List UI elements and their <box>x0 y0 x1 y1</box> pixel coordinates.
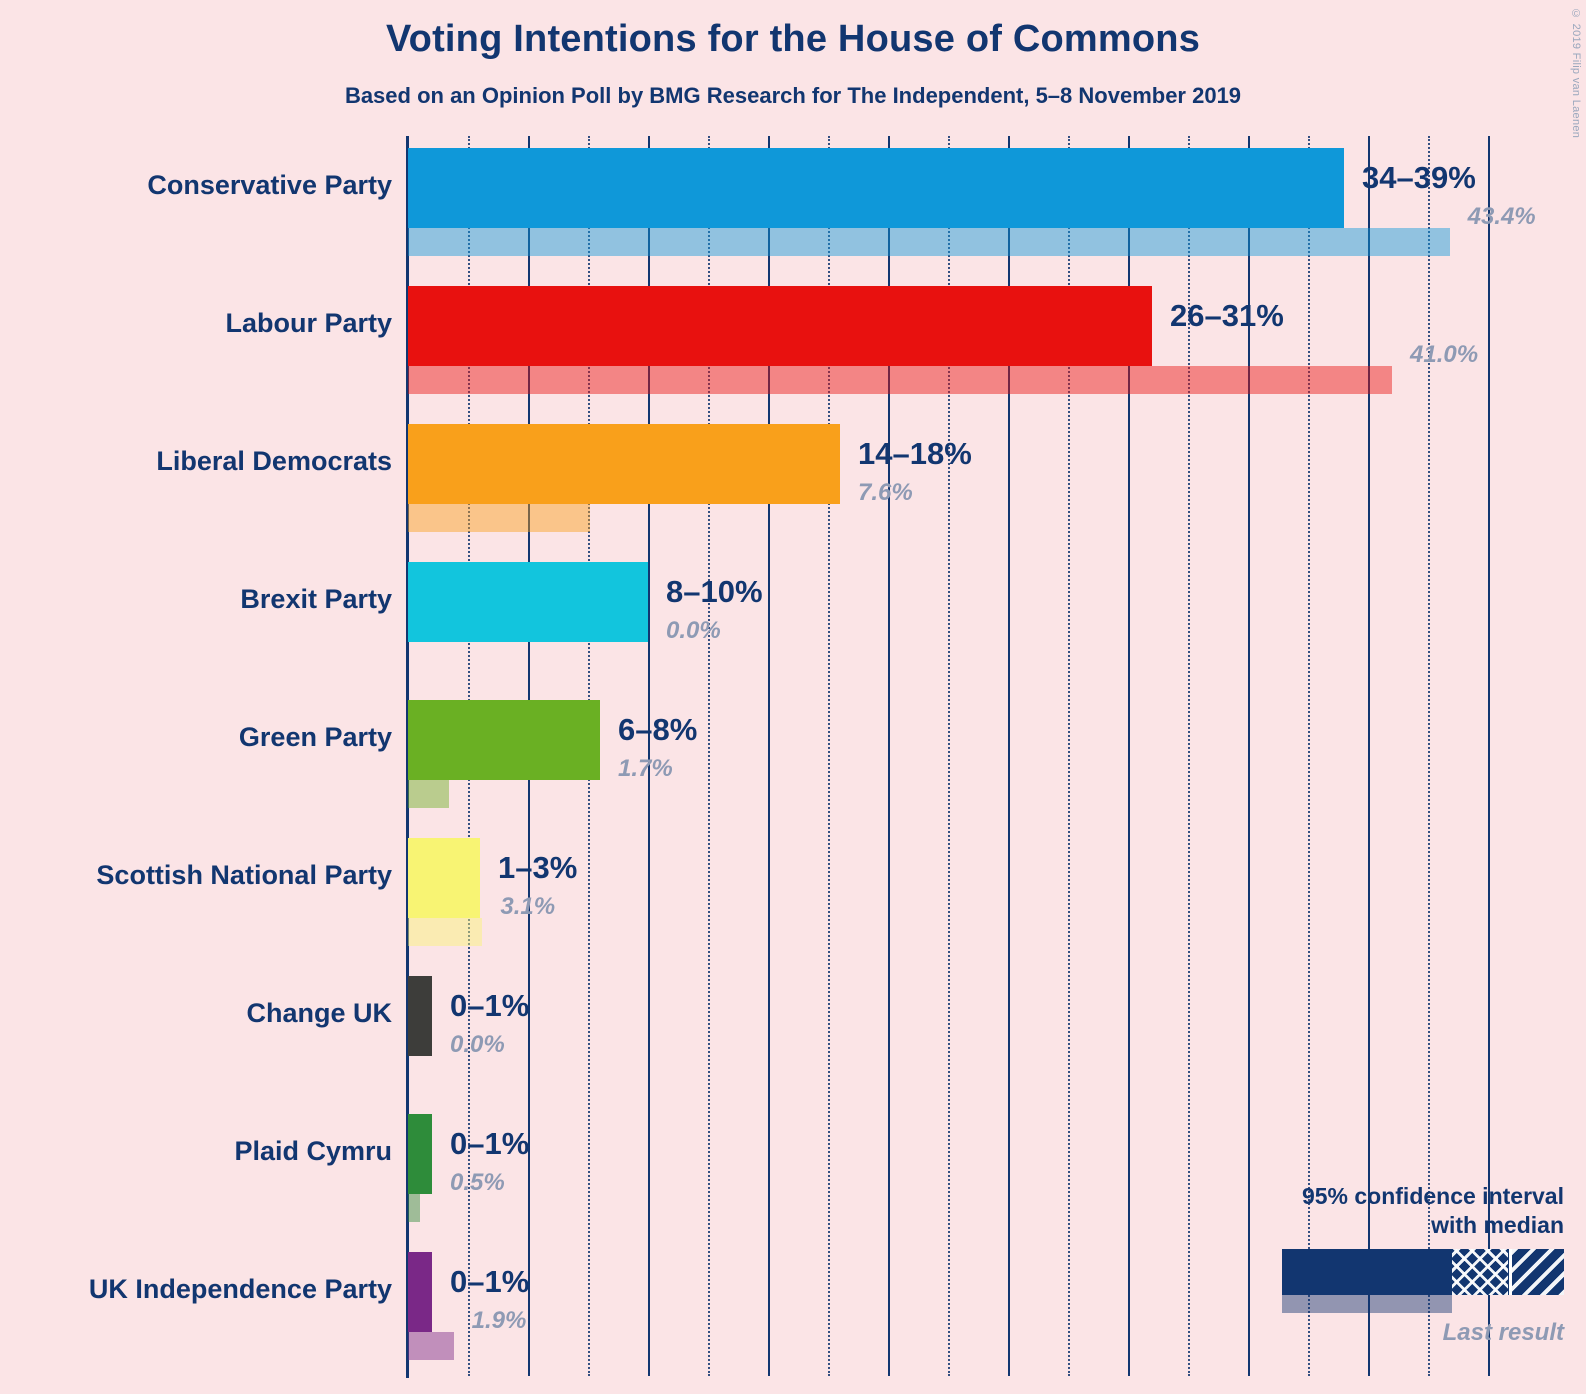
last-result-bar <box>408 366 1392 394</box>
legend-last-result-label: Last result <box>1442 1318 1564 1346</box>
category-label: Green Party <box>238 722 392 752</box>
last-result-label: 0.0% <box>450 1031 505 1058</box>
ci-lower-bar <box>408 562 600 642</box>
last-result-label: 7.6% <box>858 479 913 506</box>
category-label: Labour Party <box>225 308 392 338</box>
legend-line-1: 95% confidence interval <box>1301 1183 1564 1209</box>
median-marker <box>456 838 459 918</box>
chart-row: Labour Party 26–31% 41.0% <box>225 286 1488 396</box>
legend-line-2: with median <box>1431 1211 1564 1238</box>
chart-row: Liberal Democrats 14–18% 7.6% <box>156 424 1488 534</box>
category-label: UK Independence Party <box>88 1274 392 1304</box>
ci-lower-bar <box>408 286 1032 366</box>
last-result-label: 0.5% <box>450 1169 505 1196</box>
last-result-bar <box>408 1194 420 1222</box>
chart-row: Change UK 0–1% 0.0% <box>246 976 1488 1086</box>
category-label: Change UK <box>246 998 392 1028</box>
median-marker <box>1104 286 1107 366</box>
median-marker <box>417 976 421 1056</box>
ci-lower-bar <box>408 700 552 780</box>
ci-lower-bar <box>408 838 432 918</box>
page-title: Voting Intentions for the House of Commo… <box>385 18 1201 60</box>
last-result-bar <box>408 780 449 808</box>
last-result-label: 43.4% <box>1467 203 1536 230</box>
category-label: Conservative Party <box>147 170 392 200</box>
ci-value-label: 0–1% <box>450 988 530 1023</box>
ci-lower-bar <box>408 424 744 504</box>
median-marker <box>417 1114 421 1194</box>
category-label: Scottish National Party <box>96 860 392 890</box>
last-result-label: 1.7% <box>618 755 673 782</box>
chart-row: Green Party 6–8% 1.7% <box>239 700 1488 810</box>
last-result-bar <box>408 918 483 946</box>
ci-lower-bar <box>408 148 1224 228</box>
ci-value-label: 6–8% <box>618 712 698 747</box>
category-label: Brexit Party <box>240 584 392 614</box>
median-marker <box>417 1252 421 1332</box>
last-result-bar <box>408 504 591 532</box>
ci-value-label: 0–1% <box>450 1264 530 1299</box>
last-result-label: 41.0% <box>1410 341 1479 368</box>
median-marker <box>624 562 627 642</box>
ci-value-label: 34–39% <box>1362 160 1476 195</box>
median-marker <box>792 424 795 504</box>
last-result-label: 3.1% <box>500 893 556 920</box>
chart-subtitle: Based on an Opinion Poll by BMG Research… <box>344 83 1242 108</box>
ci-value-label: 14–18% <box>858 436 972 471</box>
median-marker <box>1296 148 1299 228</box>
last-result-label: 0.0% <box>666 617 721 644</box>
median-marker <box>576 700 579 780</box>
ci-value-label: 1–3% <box>498 850 578 885</box>
category-label: Liberal Democrats <box>156 446 392 476</box>
last-result-bar <box>408 228 1450 256</box>
legend-crosshatch-swatch <box>1452 1248 1508 1295</box>
legend-last-result-bar <box>1282 1294 1452 1313</box>
copyright-notice: © 2019 Filip van Laenen <box>1570 8 1582 139</box>
chart-legend: 95% confidence interval with median Last… <box>1144 1182 1564 1347</box>
legend-swatch <box>1144 1248 1564 1313</box>
ci-value-label: 8–10% <box>666 574 763 609</box>
chart-row: Brexit Party 8–10% 0.0% <box>240 562 1488 672</box>
ci-outline <box>1224 148 1344 228</box>
chart-row: Conservative Party 34–39% 43.4% <box>147 148 1536 258</box>
last-result-bar <box>408 1332 454 1360</box>
chart-row: Scottish National Party 1–3% 3.1% <box>96 838 1488 948</box>
ci-value-label: 26–31% <box>1170 298 1284 333</box>
legend-diagonal-swatch <box>1509 1248 1564 1295</box>
category-label: Plaid Cymru <box>234 1136 392 1166</box>
ci-outline <box>1032 286 1152 366</box>
last-result-label: 1.9% <box>471 1307 527 1334</box>
ci-value-label: 0–1% <box>450 1126 530 1161</box>
